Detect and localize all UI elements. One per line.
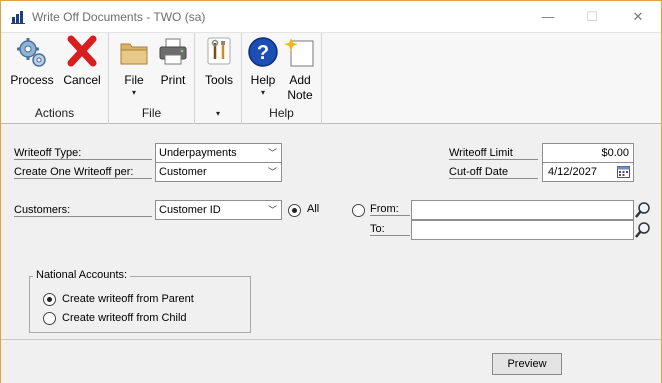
file-menu-button[interactable]: File ▾ xyxy=(115,35,153,97)
tools-icon xyxy=(207,37,231,65)
range-all-radio[interactable] xyxy=(288,204,301,217)
cancel-button[interactable]: Cancel xyxy=(59,35,105,88)
maximize-button[interactable]: ☐ xyxy=(581,7,603,27)
create-per-dropdown[interactable]: Customer ﹀ xyxy=(155,162,282,182)
cutoff-date-label: Cut-off Date xyxy=(449,166,538,179)
process-button[interactable]: Process xyxy=(9,35,55,88)
add-note-label-line2: Note xyxy=(287,88,313,102)
to-lookup-icon[interactable] xyxy=(634,221,652,240)
writeoff-child-label: Create writeoff from Child xyxy=(62,312,187,324)
tools-label: Tools xyxy=(204,73,233,87)
ribbon: Process Cancel Actions File ▾ Print File… xyxy=(1,32,661,124)
tools-button[interactable]: Tools xyxy=(200,35,238,88)
range-all-label: All xyxy=(307,203,320,215)
cutoff-date-field[interactable]: 4/12/2027 xyxy=(542,162,634,182)
writeoff-child-radio[interactable] xyxy=(43,312,56,325)
from-lookup-icon[interactable] xyxy=(634,201,652,220)
writeoff-type-value: Underpayments xyxy=(159,147,237,159)
chevron-down-icon: ﹀ xyxy=(267,167,277,177)
range-from-label: From: xyxy=(370,203,410,216)
app-chart-icon xyxy=(11,10,25,24)
form-area: Writeoff Type: Underpayments ﹀ Create On… xyxy=(1,124,661,339)
help-dropdown-arrow: ▾ xyxy=(260,88,265,97)
customers-field-value: Customer ID xyxy=(159,204,221,216)
file-label: File xyxy=(124,73,144,87)
help-group-label: Help xyxy=(269,106,294,120)
range-from-radio[interactable] xyxy=(352,204,365,217)
writeoff-parent-label: Create writeoff from Parent xyxy=(62,293,194,305)
folder-icon xyxy=(120,43,148,65)
printer-icon xyxy=(159,38,187,65)
write-off-documents-window: Write Off Documents - TWO (sa) — ☐ ✕ Pro… xyxy=(0,0,662,383)
gears-icon xyxy=(17,38,46,67)
file-group-label: File xyxy=(141,106,162,120)
customers-label: Customers: xyxy=(14,204,152,217)
ribbon-group-actions: Process Cancel Actions xyxy=(1,33,109,124)
writeoff-type-dropdown[interactable]: Underpayments ﹀ xyxy=(155,143,282,163)
help-menu-button[interactable]: ? Help ▾ xyxy=(246,35,280,97)
add-note-button[interactable]: Add Note xyxy=(282,35,318,103)
customers-field-dropdown[interactable]: Customer ID ﹀ xyxy=(155,200,282,220)
ribbon-group-file: File ▾ Print File xyxy=(109,33,195,124)
chevron-down-icon: ﹀ xyxy=(267,148,277,158)
help-label: Help xyxy=(250,73,276,87)
print-button[interactable]: Print xyxy=(155,35,191,88)
to-field[interactable] xyxy=(411,220,634,240)
add-note-label: Add Note xyxy=(282,73,318,103)
create-per-label: Create One Writeoff per: xyxy=(14,166,152,179)
ribbon-group-tools: Tools ▾ xyxy=(195,33,242,124)
chevron-down-icon: ﹀ xyxy=(267,205,277,215)
print-label: Print xyxy=(160,73,186,87)
window-title: Write Off Documents - TWO (sa) xyxy=(32,10,206,24)
cancel-label: Cancel xyxy=(63,73,101,87)
close-button[interactable]: ✕ xyxy=(627,7,649,27)
preview-button[interactable]: Preview xyxy=(492,353,562,375)
range-to-label: To: xyxy=(370,223,410,236)
svg-text:?: ? xyxy=(257,42,269,64)
calendar-icon[interactable] xyxy=(617,166,630,178)
tools-group-expander[interactable]: ▾ xyxy=(195,109,241,118)
red-x-icon xyxy=(67,35,97,67)
title-bar: Write Off Documents - TWO (sa) — ☐ ✕ xyxy=(1,1,661,32)
national-accounts-title: National Accounts: xyxy=(33,269,131,281)
actions-group-label: Actions xyxy=(34,106,75,120)
ribbon-group-help: ? Help ▾ Add Note Help xyxy=(242,33,322,124)
file-dropdown-arrow: ▾ xyxy=(131,88,136,97)
add-note-label-line1: Add xyxy=(289,73,311,87)
writeoff-type-label: Writeoff Type: xyxy=(14,147,152,160)
writeoff-limit-field[interactable]: $0.00 xyxy=(542,143,634,163)
note-icon xyxy=(284,38,314,67)
writeoff-parent-radio[interactable] xyxy=(43,293,56,306)
footer-bar: Preview xyxy=(1,339,661,383)
writeoff-limit-label: Writeoff Limit xyxy=(449,147,538,160)
from-field[interactable] xyxy=(411,200,634,220)
create-per-value: Customer xyxy=(159,166,207,178)
minimize-button[interactable]: — xyxy=(537,7,559,27)
writeoff-limit-value: $0.00 xyxy=(601,147,629,159)
help-icon: ? xyxy=(248,37,278,67)
process-label: Process xyxy=(10,73,54,87)
cutoff-date-value: 4/12/2027 xyxy=(548,166,597,178)
